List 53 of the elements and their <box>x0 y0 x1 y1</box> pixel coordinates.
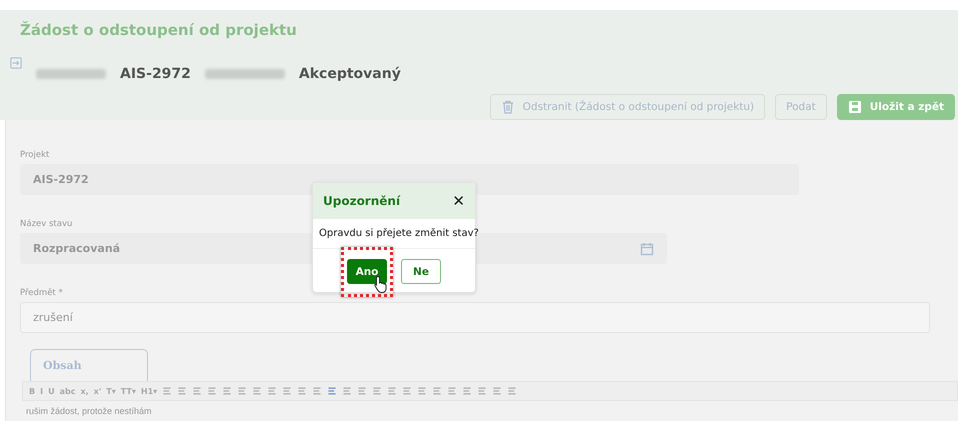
input-field[interactable]: zrušení <box>20 302 930 333</box>
format-icon <box>237 386 248 396</box>
format-icon <box>462 386 472 396</box>
format-icon <box>162 386 172 396</box>
close-button[interactable]: ✕ <box>452 192 465 210</box>
delete-button[interactable]: Odstranit (Žádost o odstoupení od projektu) <box>490 94 766 120</box>
format-button[interactable]: x, <box>80 386 89 396</box>
format-icon <box>342 386 352 396</box>
format-icon <box>387 386 398 396</box>
format-icon <box>327 386 338 396</box>
dialog-title: Upozornění <box>323 194 400 208</box>
format-button[interactable]: TT▾ <box>120 386 136 396</box>
calendar-icon <box>640 242 654 256</box>
format-icon <box>297 386 308 396</box>
confirm-button[interactable]: Ano <box>347 259 387 284</box>
format-icon <box>282 386 292 396</box>
format-icon <box>312 386 322 396</box>
format-icon <box>432 386 442 396</box>
field-label: Název stavu <box>20 219 72 229</box>
format-icon <box>507 386 518 396</box>
status-text: Akceptovaný <box>298 66 401 82</box>
save-button[interactable]: Uložit a zpět <box>836 94 955 120</box>
format-button[interactable]: I <box>40 386 44 396</box>
format-icon <box>192 386 202 396</box>
readonly-field: AIS-2972 <box>20 164 799 195</box>
format-button[interactable]: B <box>29 386 36 396</box>
format-button[interactable]: T▾ <box>106 386 116 396</box>
format-icon <box>417 386 428 396</box>
format-icon <box>492 386 502 396</box>
format-button[interactable]: H1▾ <box>140 386 158 396</box>
editor-text[interactable]: rušim žádost, protože nestíhám <box>20 401 958 416</box>
format-icon <box>447 386 458 396</box>
format-icon <box>477 386 488 396</box>
format-icon <box>252 386 262 396</box>
project-code: AIS-2972 <box>120 66 191 82</box>
trash-icon <box>500 100 515 114</box>
format-button[interactable]: abc <box>60 386 76 396</box>
format-icon <box>357 386 368 396</box>
format-icon <box>177 386 188 396</box>
save-icon <box>848 100 862 114</box>
format-icon <box>372 386 382 396</box>
field-label: Předmět * <box>20 288 63 298</box>
format-icon <box>402 386 412 396</box>
format-button[interactable]: U <box>48 386 55 396</box>
redacted-mark <box>36 69 106 79</box>
format-button[interactable]: x' <box>94 386 102 396</box>
field-label: Projekt <box>20 150 50 160</box>
page-title: Žádost o odstoupení od projektu <box>19 20 298 41</box>
format-icon <box>222 386 232 396</box>
cancel-button[interactable]: Ne <box>401 259 441 284</box>
format-icon <box>267 386 278 396</box>
format-icon <box>207 386 218 396</box>
exit-icon <box>10 57 22 69</box>
